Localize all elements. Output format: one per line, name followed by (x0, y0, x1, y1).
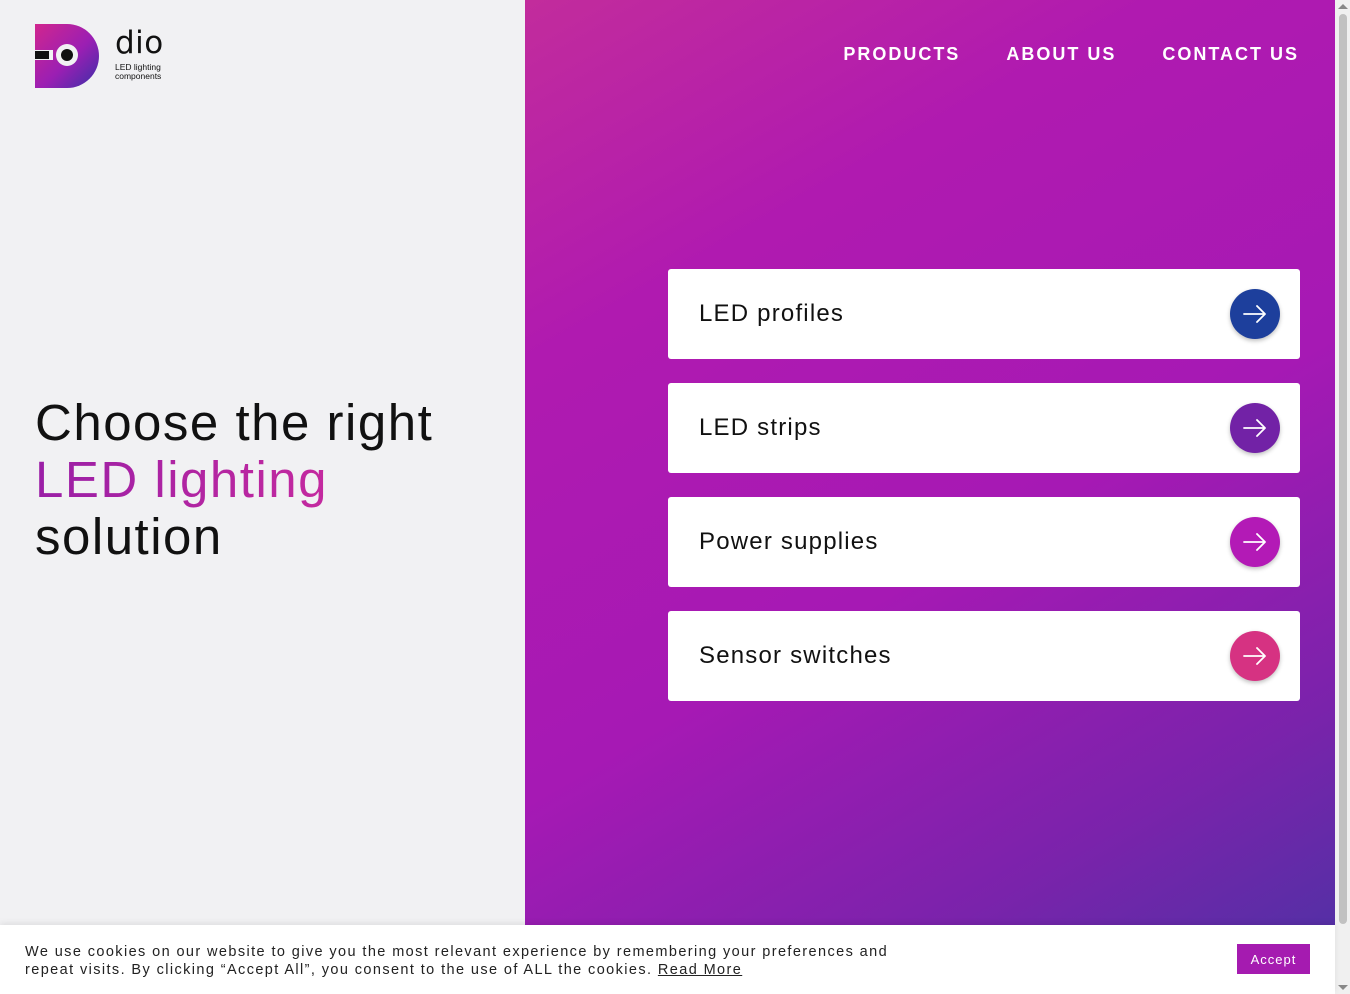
scroll-up-icon[interactable] (1338, 4, 1348, 9)
hero-headline: Choose the right LED lighting solution (35, 394, 433, 565)
scroll-down-icon[interactable] (1338, 985, 1348, 990)
category-label: Power supplies (699, 528, 879, 555)
read-more-link[interactable]: Read More (658, 962, 742, 978)
arrow-right-icon[interactable] (1230, 289, 1280, 339)
headline-line-1: Choose the right (35, 394, 434, 451)
nav-about-us[interactable]: ABOUT US (1006, 44, 1116, 64)
arrow-right-icon[interactable] (1230, 517, 1280, 567)
cookie-message: We use cookies on our website to give yo… (25, 943, 925, 979)
category-card-sensor-switches[interactable]: Sensor switches (668, 611, 1300, 701)
category-card-led-profiles[interactable]: LED profiles (668, 269, 1300, 359)
accept-cookies-button[interactable]: Accept (1237, 944, 1310, 974)
main-nav: PRODUCTS ABOUT US CONTACT US (843, 44, 1299, 64)
arrow-right-icon[interactable] (1230, 631, 1280, 681)
category-card-led-strips[interactable]: LED strips (668, 383, 1300, 473)
cookie-text: We use cookies on our website to give yo… (25, 944, 889, 978)
headline-accent: LED lighting (35, 451, 433, 508)
category-label: LED strips (699, 414, 822, 441)
category-list: LED profiles LED strips Power supplies S… (668, 269, 1300, 725)
category-card-power-supplies[interactable]: Power supplies (668, 497, 1300, 587)
category-label: LED profiles (699, 300, 845, 327)
scrollbar-thumb[interactable] (1339, 14, 1347, 924)
arrow-right-icon[interactable] (1230, 403, 1280, 453)
nav-products[interactable]: PRODUCTS (843, 44, 960, 64)
category-label: Sensor switches (699, 642, 892, 669)
dio-logo[interactable]: dio LED lighting components (35, 24, 175, 90)
logo-wordmark: dio (115, 25, 164, 61)
logo-tagline: LED lighting components (115, 62, 162, 81)
headline-line-3: solution (35, 508, 223, 565)
nav-contact-us[interactable]: CONTACT US (1162, 44, 1299, 64)
logo-mark-icon (35, 24, 99, 88)
cookie-banner: We use cookies on our website to give yo… (0, 925, 1335, 994)
